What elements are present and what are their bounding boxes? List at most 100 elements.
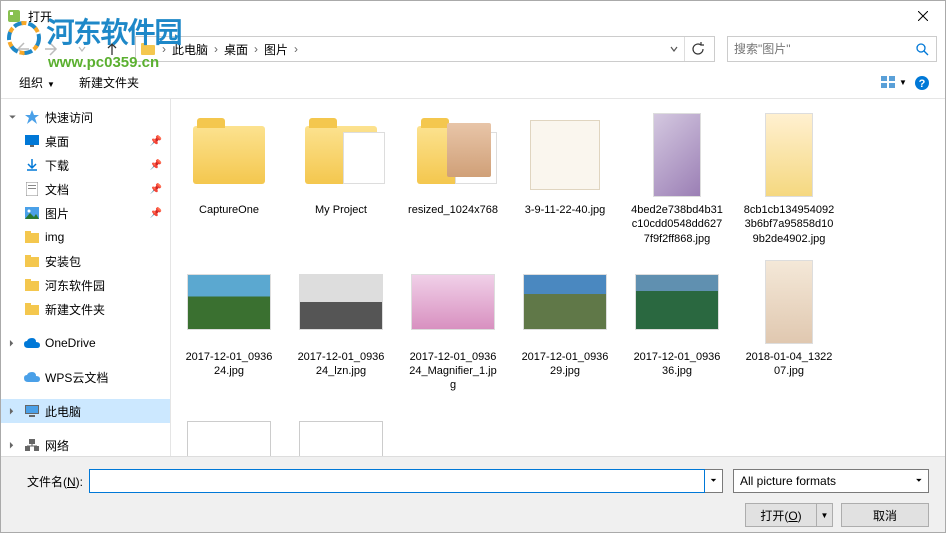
thumbnail bbox=[185, 258, 273, 346]
chevron-down-icon bbox=[670, 45, 678, 53]
folder-icon bbox=[23, 229, 41, 245]
file-item[interactable]: 2017-12-01_093624.jpg bbox=[179, 254, 279, 397]
computer-icon bbox=[23, 403, 41, 419]
filename-label: 文件名(N): bbox=[17, 473, 83, 490]
search-button[interactable] bbox=[908, 37, 936, 61]
help-button[interactable]: ? bbox=[909, 70, 935, 96]
chevron-down-icon bbox=[78, 45, 86, 53]
document-icon bbox=[23, 181, 41, 197]
file-item[interactable]: 2017-12-01_093624_Magnifier_1.jpg bbox=[403, 254, 503, 397]
sidebar-hedong[interactable]: 河东软件园 bbox=[1, 273, 170, 297]
file-item[interactable]: resized_1024x768 bbox=[403, 107, 503, 250]
folder-icon bbox=[23, 253, 41, 269]
arrow-up-icon bbox=[104, 41, 120, 57]
file-item[interactable]: 2018-02-23_090122.jpg bbox=[291, 401, 391, 456]
folder-icon bbox=[140, 41, 156, 57]
filename-input[interactable] bbox=[89, 469, 705, 493]
file-item[interactable]: 2018-02-23_090050.jpg bbox=[179, 401, 279, 456]
breadcrumb-sep: › bbox=[252, 42, 260, 56]
new-folder-button[interactable]: 新建文件夹 bbox=[71, 70, 147, 95]
bottom-bar: 文件名(N): ⏷ All picture formats ⏷ 打开(O) ▼ … bbox=[1, 456, 945, 532]
nav-up-button[interactable] bbox=[99, 36, 125, 62]
sidebar-newfolder[interactable]: 新建文件夹 bbox=[1, 297, 170, 321]
view-menu[interactable]: ▼ bbox=[881, 70, 907, 96]
sidebar-pictures[interactable]: 图片 📌 bbox=[1, 201, 170, 225]
cloud-icon bbox=[23, 335, 41, 351]
sidebar-thispc[interactable]: ⏵ 此电脑 bbox=[1, 399, 170, 423]
thumbnail bbox=[185, 111, 273, 199]
nav-back-button[interactable] bbox=[9, 36, 35, 62]
search-box[interactable] bbox=[727, 36, 937, 62]
organize-menu[interactable]: 组织▼ bbox=[11, 70, 63, 95]
filter-select[interactable]: All picture formats ⏷ bbox=[733, 469, 929, 493]
breadcrumb-sep: › bbox=[160, 42, 168, 56]
nav-forward-button[interactable] bbox=[39, 36, 65, 62]
titlebar: 打开 bbox=[1, 1, 945, 31]
sidebar-installpkg[interactable]: 安装包 bbox=[1, 249, 170, 273]
breadcrumb-seg-1[interactable]: 桌面 bbox=[220, 41, 252, 58]
breadcrumb-seg-0[interactable]: 此电脑 bbox=[168, 41, 212, 58]
thumbnail bbox=[745, 258, 833, 346]
open-button[interactable]: 打开(O) ▼ bbox=[745, 503, 833, 527]
svg-text:?: ? bbox=[919, 78, 926, 90]
thumbnails-icon bbox=[881, 76, 897, 90]
sidebar-quick-access[interactable]: ⏷ 快速访问 bbox=[1, 105, 170, 129]
file-item[interactable]: CaptureOne bbox=[179, 107, 279, 250]
file-item[interactable]: 3-9-11-22-40.jpg bbox=[515, 107, 615, 250]
navbar: › 此电脑 › 桌面 › 图片 › bbox=[1, 31, 945, 67]
file-item[interactable]: 2017-12-01_093629.jpg bbox=[515, 254, 615, 397]
file-item[interactable]: 8cb1cb1349540923b6bf7a95858d109b2de4902.… bbox=[739, 107, 839, 250]
breadcrumb-dropdown[interactable] bbox=[664, 42, 684, 56]
window-title: 打开 bbox=[28, 8, 903, 25]
close-icon bbox=[918, 11, 928, 21]
thumbnail bbox=[521, 111, 609, 199]
folder-icon bbox=[23, 277, 41, 293]
thumbnail bbox=[297, 111, 385, 199]
file-label: 2017-12-01_093624_lzn.jpg bbox=[295, 350, 387, 379]
search-icon bbox=[915, 42, 929, 56]
breadcrumb-seg-2[interactable]: 图片 bbox=[260, 41, 292, 58]
sidebar-onedrive[interactable]: ⏵ OneDrive bbox=[1, 331, 170, 355]
file-label: 4bed2e738bd4b31c10cdd0548dd6277f9f2ff868… bbox=[631, 203, 723, 246]
file-item[interactable]: 2017-12-01_093624_lzn.jpg bbox=[291, 254, 391, 397]
file-item[interactable]: 2018-01-04_132207.jpg bbox=[739, 254, 839, 397]
refresh-button[interactable] bbox=[684, 37, 710, 61]
sidebar-desktop[interactable]: 桌面 📌 bbox=[1, 129, 170, 153]
arrow-left-icon bbox=[14, 41, 30, 57]
file-label: 3-9-11-22-40.jpg bbox=[525, 203, 606, 217]
sidebar-downloads[interactable]: 下载 📌 bbox=[1, 153, 170, 177]
thumbnail bbox=[297, 405, 385, 456]
file-item[interactable]: 4bed2e738bd4b31c10cdd0548dd6277f9f2ff868… bbox=[627, 107, 727, 250]
desktop-icon bbox=[23, 133, 41, 149]
pin-icon: 📌 bbox=[150, 160, 162, 171]
breadcrumb-sep: › bbox=[212, 42, 220, 56]
file-item[interactable]: 2017-12-01_093636.jpg bbox=[627, 254, 727, 397]
arrow-right-icon bbox=[44, 41, 60, 57]
sidebar-network[interactable]: ⏵ 网络 bbox=[1, 433, 170, 456]
breadcrumb[interactable]: › 此电脑 › 桌面 › 图片 › bbox=[135, 36, 715, 62]
pin-icon: 📌 bbox=[150, 184, 162, 195]
picture-icon bbox=[23, 205, 41, 221]
thumbnail bbox=[185, 405, 273, 456]
pin-icon: 📌 bbox=[150, 136, 162, 147]
file-label: 2018-01-04_132207.jpg bbox=[743, 350, 835, 379]
file-label: 8cb1cb1349540923b6bf7a95858d109b2de4902.… bbox=[743, 203, 835, 246]
filename-dropdown[interactable]: ⏷ bbox=[705, 469, 723, 493]
sidebar-wps[interactable]: WPS云文档 bbox=[1, 365, 170, 389]
search-input[interactable] bbox=[728, 42, 908, 56]
help-icon: ? bbox=[914, 75, 930, 91]
refresh-icon bbox=[691, 42, 705, 56]
nav-recent-dropdown[interactable] bbox=[69, 36, 95, 62]
network-icon bbox=[23, 437, 41, 453]
file-label: 2017-12-01_093624.jpg bbox=[183, 350, 275, 379]
file-item[interactable]: My Project bbox=[291, 107, 391, 250]
folder-icon bbox=[23, 301, 41, 317]
file-label: My Project bbox=[315, 203, 367, 217]
cancel-button[interactable]: 取消 bbox=[841, 503, 929, 527]
thumbnail bbox=[633, 258, 721, 346]
sidebar-img[interactable]: img bbox=[1, 225, 170, 249]
close-button[interactable] bbox=[903, 2, 943, 30]
file-label: CaptureOne bbox=[199, 203, 259, 217]
file-grid[interactable]: CaptureOne My Project resized_1024x768 3-9-… bbox=[171, 99, 945, 456]
sidebar-documents[interactable]: 文档 📌 bbox=[1, 177, 170, 201]
